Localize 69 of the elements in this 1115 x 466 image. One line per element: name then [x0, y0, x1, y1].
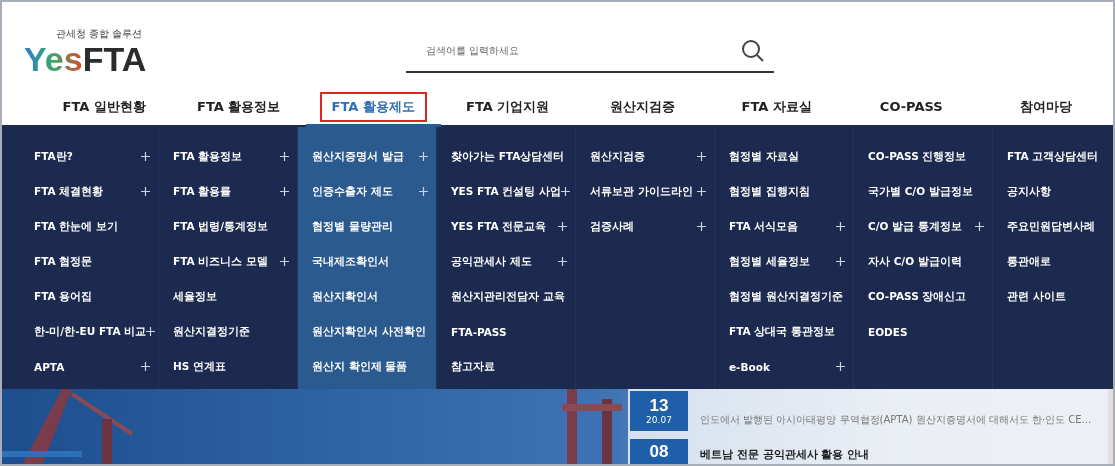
nav-tab[interactable]: FTA 활용제도 [319, 91, 427, 122]
search-icon[interactable] [740, 38, 766, 64]
nav-tab[interactable]: FTA 활용정보 [185, 91, 293, 122]
menu-item[interactable]: FTA 비즈니스 모델 [173, 254, 268, 269]
menu-item[interactable]: 협정별 자료실 [729, 149, 799, 164]
menu-item[interactable]: HS 연계표 [173, 359, 226, 374]
news-summary: 인도에서 발행된 아시아태평양 무역협정(APTA) 원산지증명서에 대해서도 한·인도 CE... [700, 413, 1092, 427]
logo-tagline: 관세청 종합 솔루션 [56, 27, 144, 41]
menu-item[interactable]: 세율정보 [173, 289, 217, 304]
plus-icon[interactable] [141, 152, 150, 161]
menu-item[interactable]: FTA 체결현황 [34, 184, 104, 199]
menu-item[interactable]: FTA 활용정보 [173, 149, 243, 164]
menu-item[interactable]: 공지사항 [1007, 184, 1051, 199]
menu-item[interactable]: 원산지확인서 [312, 289, 378, 304]
logo[interactable]: YesFTA [24, 41, 154, 77]
menu-item[interactable]: 인증수출자 제도 [312, 184, 393, 199]
nav-tab[interactable]: CO-PASS [867, 93, 955, 120]
menu-item[interactable]: FTA 한눈에 보기 [34, 219, 118, 234]
menu-item[interactable]: FTA 서식모음 [729, 219, 799, 234]
date-badge: 13 20.07 [630, 391, 688, 431]
menu-item[interactable]: 통관애로 [1007, 254, 1051, 269]
menu-item[interactable]: 협정별 세율정보 [729, 254, 810, 269]
menu-item[interactable]: 자사 C/O 발급이력 [868, 254, 962, 269]
menu-item[interactable]: FTA란? [34, 149, 73, 164]
menu-item[interactable]: 협정별 물량관리 [312, 219, 393, 234]
menu-item[interactable]: EODES [868, 325, 908, 338]
menu-item[interactable]: 원산지관리전담자 교육 [451, 289, 565, 304]
menu-item[interactable]: 한-미/한-EU FTA 비교 [34, 324, 147, 339]
nav-tab[interactable]: 참여마당 [1007, 91, 1084, 122]
menu-item[interactable]: 협정별 원산지결정기준 [729, 289, 843, 304]
nav-tab[interactable]: FTA 일반현황 [50, 91, 158, 122]
menu-item[interactable]: C/O 발급 통계정보 [868, 219, 962, 234]
plus-icon[interactable] [141, 187, 150, 196]
menu-item[interactable]: CO-PASS 진행정보 [868, 149, 967, 164]
menu-item[interactable]: 국가별 C/O 발급정보 [868, 184, 973, 199]
menu-item[interactable]: 주요민원답변사례 [1007, 219, 1095, 234]
nav-tab[interactable]: FTA 자료실 [729, 91, 824, 122]
nav-tab[interactable]: FTA 기업지원 [454, 91, 562, 122]
menu-item[interactable]: 서류보관 가이드라인 [590, 184, 693, 199]
menu-item[interactable]: FTA 용어집 [34, 289, 93, 304]
search-field[interactable]: 검색어를 입력하세요 [406, 31, 774, 73]
menu-item[interactable]: 원산지결정기준 [173, 324, 250, 339]
menu-item[interactable]: 공익관세사 제도 [451, 254, 532, 269]
menu-item[interactable]: FTA 협정문 [34, 254, 93, 269]
menu-item[interactable]: 찾아가는 FTA상담센터 [451, 149, 565, 164]
menu-item[interactable]: YES FTA 전문교육 [451, 219, 547, 234]
menu-item[interactable]: 국내제조확인서 [312, 254, 389, 269]
menu-item[interactable]: FTA 고객상담센터 [1007, 149, 1099, 164]
menu-item[interactable]: FTA-PASS [451, 325, 507, 338]
menu-item[interactable]: FTA 활용률 [173, 184, 232, 199]
menu-item[interactable]: 원산지검증 [590, 149, 645, 164]
nav-tab[interactable]: 원산지검증 [597, 91, 687, 122]
menu-item[interactable]: 참고자료 [451, 359, 495, 374]
menu-item[interactable]: CO-PASS 장애신고 [868, 289, 967, 304]
menu-item[interactable]: 협정별 집행지침 [729, 184, 810, 199]
plus-icon[interactable] [146, 327, 156, 336]
menu-item[interactable]: APTA [34, 360, 65, 373]
plus-icon[interactable] [141, 362, 150, 371]
news-title[interactable]: 베트남 전문 공익관세사 활용 안내 [700, 447, 870, 462]
menu-item[interactable]: YES FTA 컨설팅 사업 [451, 184, 561, 199]
menu-item[interactable]: 원산지증명서 발급 [312, 149, 404, 164]
menu-item[interactable]: 원산지확인서 사전확인 [312, 324, 426, 339]
menu-item[interactable]: FTA 법령/통계정보 [173, 219, 269, 234]
menu-item[interactable]: e-Book [729, 360, 770, 373]
date-badge: 08 [630, 439, 688, 464]
menu-item[interactable]: 검증사례 [590, 219, 634, 234]
menu-item[interactable]: 관련 사이트 [1007, 289, 1066, 304]
menu-item[interactable]: FTA 상대국 통관정보 [729, 324, 835, 339]
menu-item[interactable]: 원산지 확인제 물품 [312, 359, 408, 374]
